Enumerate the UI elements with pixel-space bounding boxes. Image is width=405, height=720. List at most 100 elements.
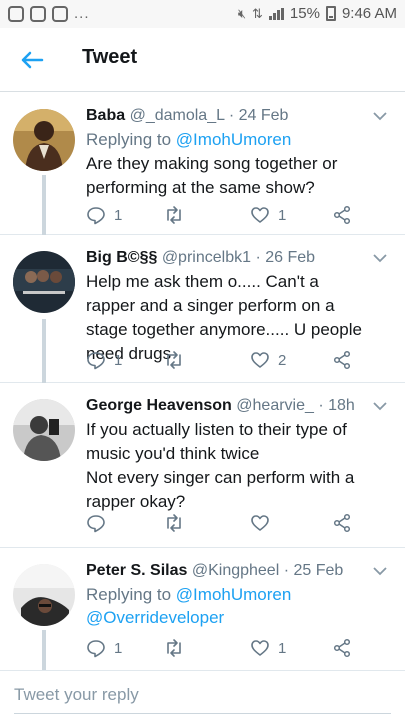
reply-button[interactable] — [86, 513, 114, 533]
battery-icon — [325, 6, 336, 21]
retweet-icon — [167, 206, 181, 224]
status-right: 🔇︎ ⇅ 15% 9:46 AM — [238, 5, 397, 22]
heart-icon — [251, 207, 269, 223]
like-button[interactable]: 2 — [250, 350, 286, 370]
user-handle[interactable]: @_damola_L — [130, 107, 225, 124]
retweet-button[interactable] — [164, 350, 192, 370]
like-count: 1 — [278, 206, 287, 224]
share-icon — [333, 205, 351, 225]
share-icon — [333, 638, 351, 658]
mention-link[interactable]: @Overrideveloper — [86, 606, 365, 629]
battery-percent: 15% — [289, 5, 320, 22]
timestamp: · 24 Feb — [228, 107, 289, 124]
share-icon — [333, 513, 351, 533]
back-button[interactable] — [16, 44, 48, 76]
share-button[interactable] — [332, 513, 352, 533]
thread-line — [42, 319, 46, 383]
tweet-actions — [86, 513, 366, 535]
share-button[interactable] — [332, 638, 352, 658]
reply-count: 1 — [114, 639, 123, 657]
more-notifications-dots: ... — [74, 5, 90, 22]
app-bar: Tweet — [0, 28, 405, 92]
avatar[interactable] — [13, 399, 75, 461]
reply-content: Baba @_damola_L · 24 Feb Replying to @Im… — [86, 105, 365, 200]
reply-button[interactable]: 1 — [86, 350, 122, 370]
retweet-icon — [167, 639, 181, 657]
thread-line — [42, 630, 46, 670]
avatar[interactable] — [13, 564, 75, 626]
share-button[interactable] — [332, 205, 352, 225]
display-name[interactable]: George Heavenson — [86, 397, 232, 414]
like-button[interactable] — [250, 513, 278, 533]
status-left: ... — [8, 5, 90, 22]
reply-tweet[interactable]: Baba @_damola_L · 24 Feb Replying to @Im… — [0, 93, 405, 235]
signal-icon — [268, 7, 284, 20]
replying-prefix: Replying to — [86, 585, 172, 604]
user-handle[interactable]: @hearvie_ — [236, 397, 314, 414]
mute-icon: 🔇︎ — [237, 5, 247, 21]
chevron-down-icon — [373, 112, 387, 121]
avatar[interactable] — [13, 251, 75, 313]
reply-icon — [87, 640, 105, 658]
like-button[interactable]: 1 — [250, 638, 286, 658]
retweet-icon — [167, 351, 181, 369]
chevron-down-icon — [373, 254, 387, 263]
like-count: 1 — [278, 639, 287, 657]
tweet-actions: 1 1 — [86, 205, 366, 227]
tweet-text: Are they making song together or perform… — [86, 154, 338, 197]
reply-content: Peter S. Silas @Kingpheel · 25 Feb Reply… — [86, 560, 365, 629]
mention-link[interactable]: @ImohUmoren — [176, 130, 292, 149]
like-count: 2 — [278, 351, 287, 369]
caret-menu-button[interactable] — [371, 562, 389, 580]
tweet-text-line: If you actually listen to their type of — [86, 420, 347, 439]
reply-input[interactable] — [14, 685, 374, 705]
mention-link[interactable]: @ImohUmoren — [176, 585, 292, 604]
timestamp: · 26 Feb — [255, 249, 316, 266]
caret-menu-button[interactable] — [371, 397, 389, 415]
clock: 9:46 AM — [341, 5, 397, 22]
gallery-icon — [30, 5, 46, 22]
replying-prefix: Replying to — [86, 130, 172, 149]
reply-tweet[interactable]: Peter S. Silas @Kingpheel · 25 Feb Reply… — [0, 548, 405, 670]
chevron-down-icon — [373, 402, 387, 411]
heart-icon — [251, 640, 269, 656]
reply-header: Peter S. Silas @Kingpheel · 25 Feb — [86, 560, 365, 582]
reply-button[interactable]: 1 — [86, 638, 122, 658]
reply-icon — [87, 207, 105, 225]
retweet-button[interactable] — [164, 638, 192, 658]
reply-content: George Heavenson @hearvie_ · 18h If you … — [86, 395, 365, 514]
display-name[interactable]: Peter S. Silas — [86, 562, 187, 579]
display-name[interactable]: Baba — [86, 107, 125, 124]
user-handle[interactable]: @Kingpheel — [192, 562, 279, 579]
avatar[interactable] — [13, 109, 75, 171]
data-arrows-icon: ⇅ — [252, 5, 263, 21]
share-icon — [333, 350, 351, 370]
instagram-icon — [8, 5, 24, 22]
retweet-icon — [167, 514, 181, 532]
like-button[interactable]: 1 — [250, 205, 286, 225]
heart-icon — [251, 352, 269, 368]
caret-menu-button[interactable] — [371, 107, 389, 125]
share-button[interactable] — [332, 350, 352, 370]
page-title: Tweet — [82, 46, 138, 68]
reply-header: George Heavenson @hearvie_ · 18h — [86, 395, 365, 417]
reply-icon — [87, 515, 105, 533]
reply-header: Big B©§§ @princelbk1 · 26 Feb — [86, 247, 365, 269]
reply-content: Big B©§§ @princelbk1 · 26 Feb Help me as… — [86, 247, 365, 366]
reply-icon — [87, 352, 105, 370]
reply-button[interactable]: 1 — [86, 205, 122, 225]
compose-bar — [0, 670, 405, 720]
retweet-button[interactable] — [164, 205, 192, 225]
thread-line — [42, 175, 46, 235]
reply-tweet[interactable]: Big B©§§ @princelbk1 · 26 Feb Help me as… — [0, 235, 405, 383]
tweet-text-line: Not every singer can perform with a — [86, 468, 355, 487]
caret-menu-button[interactable] — [371, 249, 389, 267]
heart-icon — [251, 515, 269, 531]
reply-tweet[interactable]: George Heavenson @hearvie_ · 18h If you … — [0, 383, 405, 548]
retweet-button[interactable] — [164, 513, 192, 533]
replying-to: Replying to @ImohUmoren — [86, 583, 365, 606]
back-arrow-icon — [21, 51, 44, 69]
user-handle[interactable]: @princelbk1 — [162, 249, 251, 266]
display-name[interactable]: Big B©§§ — [86, 249, 157, 266]
tweet-text: If you actually listen to their type of … — [86, 418, 365, 514]
